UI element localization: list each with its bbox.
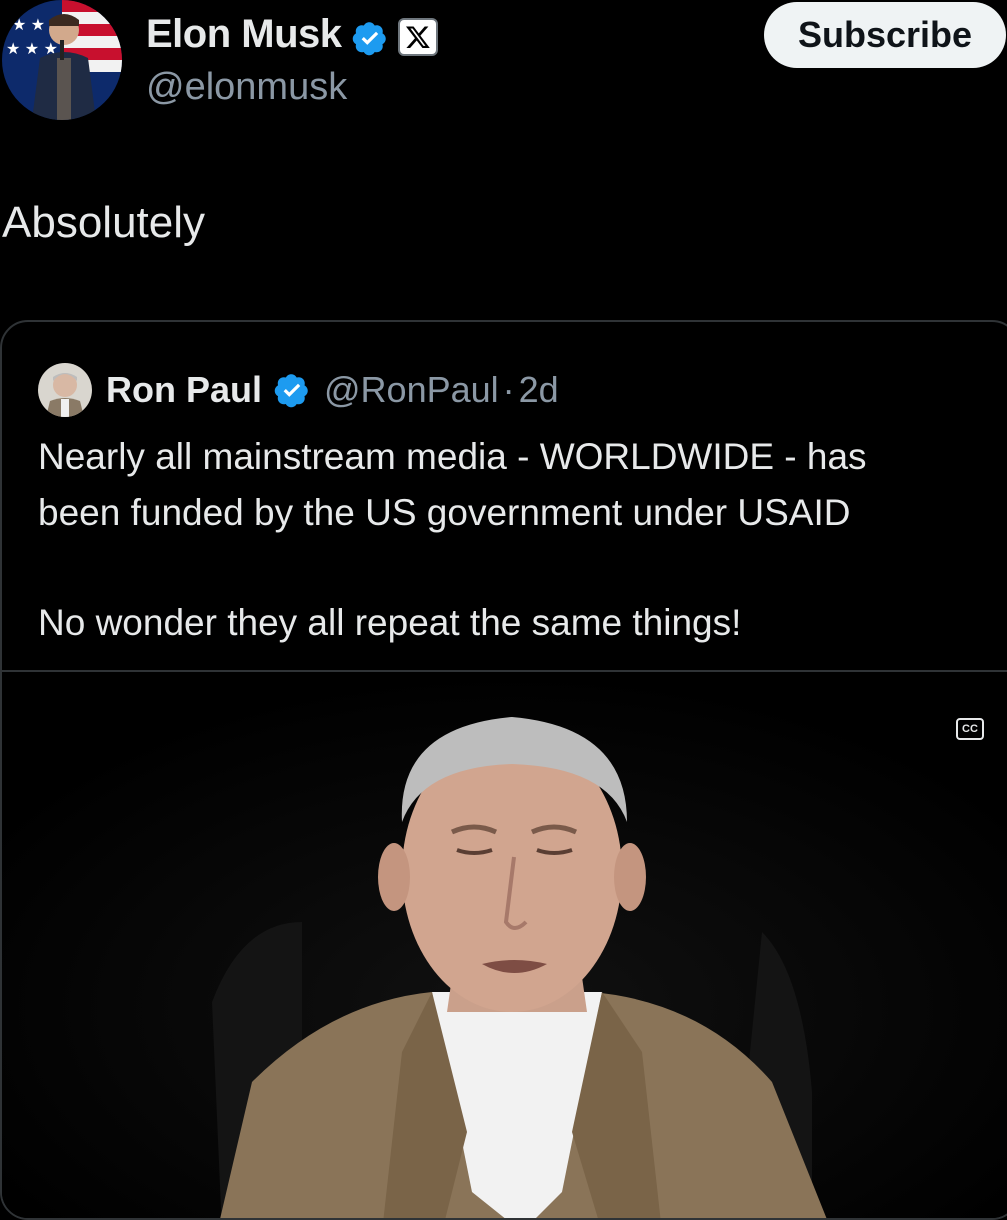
author-avatar-image: ★ ★ ★ ★ ★ bbox=[2, 0, 122, 120]
quoted-post-text-line: been funded by the US government under U… bbox=[38, 492, 851, 533]
quoted-post-timestamp[interactable]: 2d bbox=[519, 369, 559, 411]
author-handle[interactable]: @elonmusk bbox=[146, 66, 347, 109]
quoted-author-avatar[interactable] bbox=[38, 363, 92, 417]
author-avatar[interactable]: ★ ★ ★ ★ ★ bbox=[2, 0, 122, 120]
quoted-post-header: Ron Paul @RonPaul · 2d bbox=[38, 362, 559, 418]
video-frame bbox=[2, 672, 1007, 1218]
svg-text:★ ★: ★ ★ bbox=[12, 17, 45, 34]
verified-badge-icon bbox=[274, 372, 310, 408]
quoted-post-text-line: No wonder they all repeat the same thing… bbox=[38, 602, 742, 643]
quoted-avatar-image bbox=[38, 363, 92, 417]
subscribe-button[interactable]: Subscribe bbox=[764, 2, 1006, 68]
post-text: Absolutely bbox=[2, 198, 206, 247]
video-player[interactable]: CC bbox=[2, 672, 1007, 1218]
closed-captions-icon[interactable]: CC bbox=[956, 718, 984, 740]
quoted-post-card[interactable]: Ron Paul @RonPaul · 2d Nearly all mainst… bbox=[0, 320, 1007, 1220]
separator-dot: · bbox=[502, 369, 515, 410]
author-name[interactable]: Elon Musk bbox=[146, 12, 342, 57]
verified-badge-icon bbox=[352, 20, 388, 56]
quoted-author-handle[interactable]: @RonPaul bbox=[324, 369, 499, 411]
x-logo-icon bbox=[398, 18, 438, 56]
quoted-author-name[interactable]: Ron Paul bbox=[106, 369, 262, 411]
quoted-post-text-line: Nearly all mainstream media - WORLDWIDE … bbox=[38, 436, 867, 477]
